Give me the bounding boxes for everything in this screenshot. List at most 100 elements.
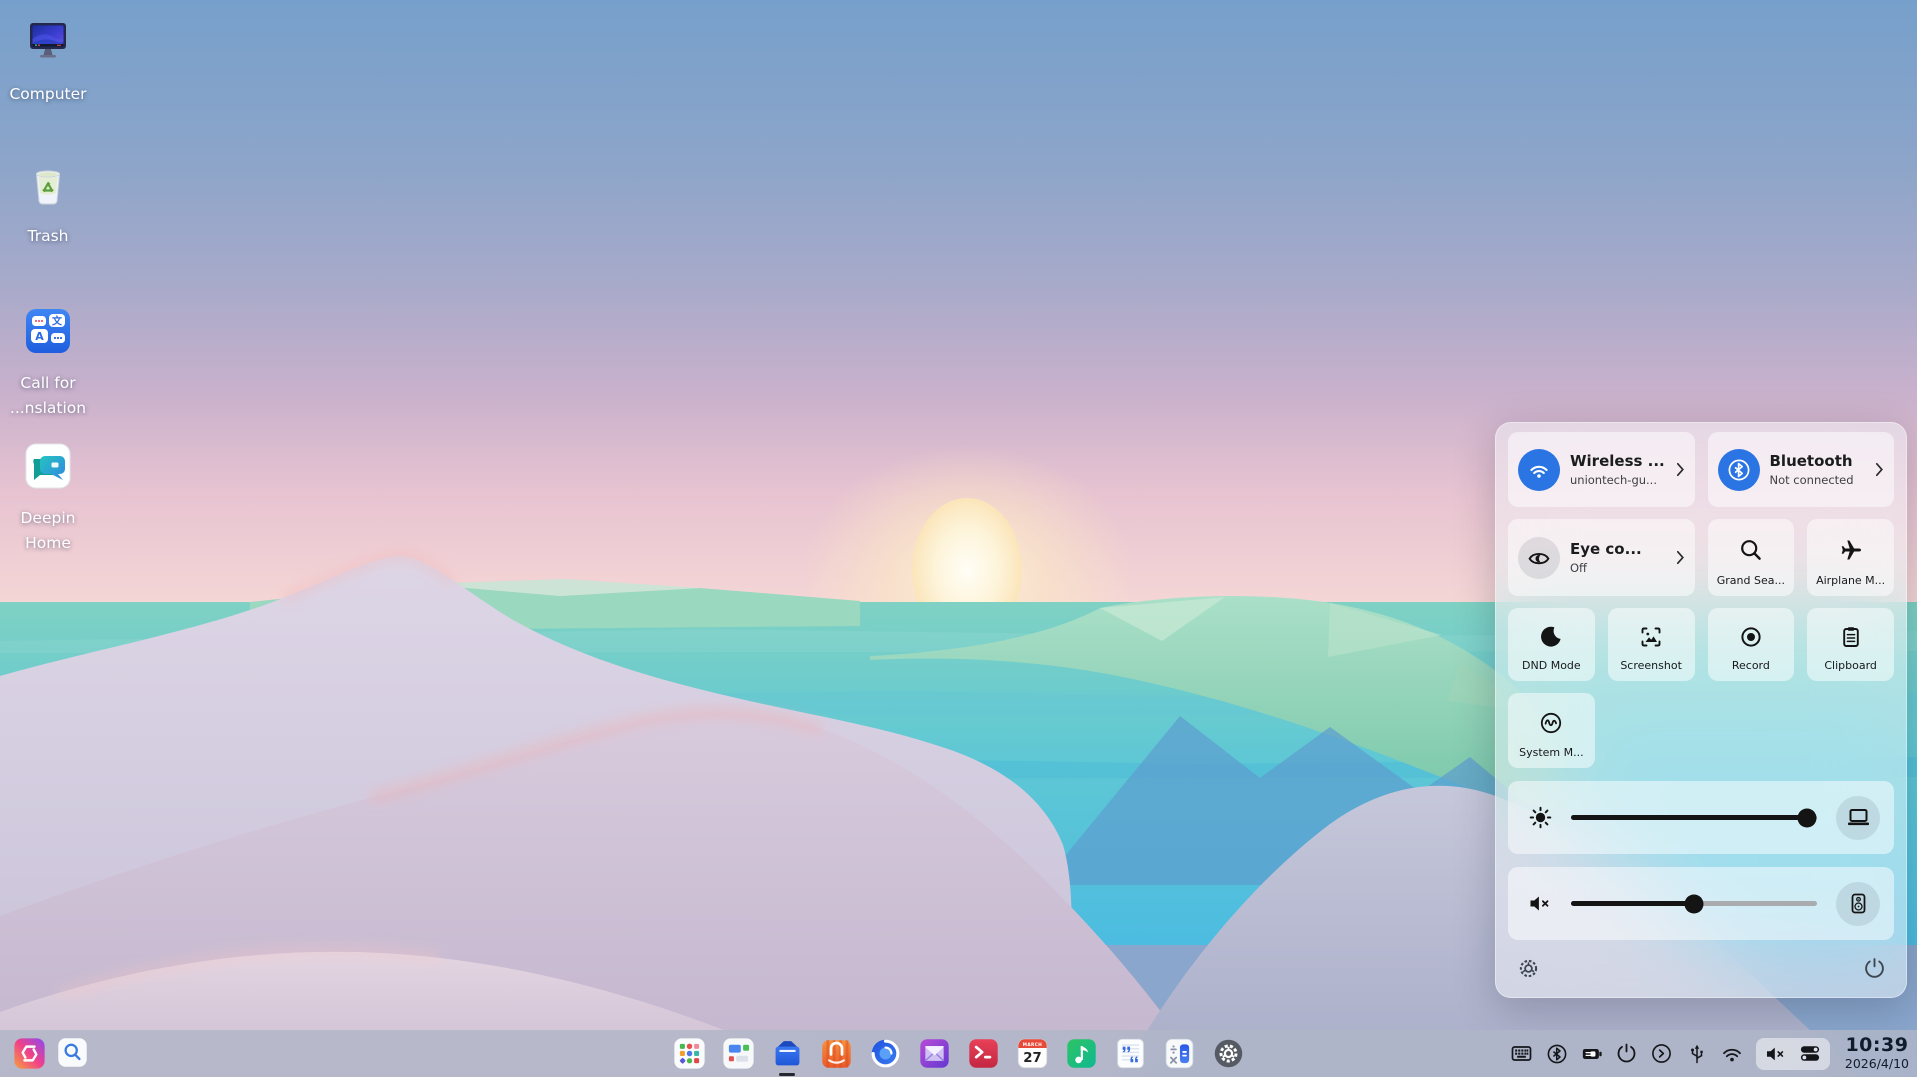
browser-icon (869, 1037, 902, 1070)
moon-icon (1537, 608, 1565, 659)
dock-item-launcher[interactable] (673, 1037, 706, 1070)
desktop-icon-computer[interactable]: Computer (11, 17, 85, 107)
dock-item-control-center[interactable] (1212, 1037, 1245, 1070)
wireless-card[interactable]: Wireless ... uniontech-gu... (1508, 432, 1695, 507)
expand-tray-icon[interactable] (1651, 1043, 1673, 1065)
screenshot-icon (1637, 608, 1665, 659)
clipboard-tile[interactable]: Clipboard (1807, 608, 1894, 681)
file-manager-icon (771, 1037, 804, 1070)
screenshot-tile[interactable]: Screenshot (1608, 608, 1695, 681)
bluetooth-tray-icon[interactable] (1546, 1043, 1568, 1065)
system-monitor-icon (1537, 693, 1565, 746)
mail-icon (918, 1037, 951, 1070)
desktop-icon-deepin-home[interactable]: DeepinHome (11, 441, 85, 556)
grand-search-tile[interactable]: Grand Sea... (1708, 519, 1795, 596)
dock-item-text-editor[interactable] (1114, 1037, 1147, 1070)
multitasking-view-icon (722, 1037, 755, 1070)
brightness-slider-thumb[interactable] (1798, 808, 1817, 827)
tray-active-group (1756, 1038, 1830, 1070)
wireless-network-name: uniontech-gu... (1570, 473, 1666, 487)
calendar-icon: MARCH 27 (1016, 1037, 1049, 1070)
desktop-icon-label: Call for...nslation (10, 371, 86, 421)
desktop-icon-trash[interactable]: Trash (11, 159, 85, 249)
airplane-icon (1837, 519, 1865, 574)
dock-item-uos-ai[interactable] (13, 1037, 46, 1070)
svg-text:文: 文 (52, 314, 63, 327)
shutdown-button[interactable] (1861, 955, 1887, 981)
dnd-mode-tile[interactable]: DND Mode (1508, 608, 1595, 681)
search-icon (57, 1037, 88, 1068)
clock-time: 10:39 (1845, 1036, 1909, 1055)
power-tray-icon[interactable] (1616, 1043, 1638, 1065)
clock[interactable]: 10:39 2026/4/10 (1845, 1036, 1909, 1071)
uos-ai-icon (13, 1037, 46, 1070)
gear-icon (1518, 958, 1539, 979)
volume-slider[interactable] (1571, 901, 1817, 906)
dock-item-multitasking-view[interactable] (722, 1037, 755, 1070)
control-center-panel: Wireless ... uniontech-gu... Bluetooth N… (1495, 422, 1907, 998)
brightness-icon (1527, 804, 1554, 831)
terminal-icon (967, 1037, 1000, 1070)
taskbar: MARCH 27 (0, 1030, 1917, 1077)
dock-item-calendar[interactable]: MARCH 27 (1016, 1037, 1049, 1070)
computer-icon (23, 17, 73, 67)
brightness-slider[interactable] (1571, 815, 1817, 820)
volume-muted-tray-icon[interactable] (1765, 1043, 1787, 1065)
running-indicator (779, 1073, 795, 1077)
wifi-icon (1518, 449, 1560, 491)
system-tray: 10:39 2026/4/10 (1511, 1030, 1909, 1077)
bluetooth-title: Bluetooth (1770, 452, 1866, 470)
chevron-right-icon (1676, 550, 1685, 565)
brightness-slider-card (1508, 781, 1894, 854)
wireless-title: Wireless ... (1570, 452, 1666, 470)
desktop-icon-label: Trash (28, 224, 69, 249)
clipboard-icon (1837, 608, 1865, 659)
chevron-right-icon (1676, 462, 1685, 477)
keyboard-layout-icon[interactable] (1511, 1043, 1533, 1065)
app-store-icon (820, 1037, 853, 1070)
dock-item-terminal[interactable] (967, 1037, 1000, 1070)
bluetooth-card[interactable]: Bluetooth Not connected (1708, 432, 1895, 507)
settings-button[interactable] (1515, 955, 1541, 981)
svg-text:27: 27 (1023, 1051, 1041, 1066)
dock-item-calculator[interactable] (1163, 1037, 1196, 1070)
dock-item-music[interactable] (1065, 1037, 1098, 1070)
control-toggles-icon[interactable] (1799, 1043, 1821, 1065)
eye-comfort-card[interactable]: Eye co... Off (1508, 519, 1695, 596)
control-center-footer (1496, 955, 1906, 981)
dock-center: MARCH 27 (673, 1030, 1245, 1077)
dock-item-app-store[interactable] (820, 1037, 853, 1070)
record-icon (1737, 608, 1765, 659)
bluetooth-icon (1718, 449, 1760, 491)
deepin-home-icon (23, 441, 73, 491)
text-editor-icon (1114, 1037, 1147, 1070)
volume-slider-card (1508, 867, 1894, 940)
dock-left (13, 1030, 90, 1077)
sound-output-button[interactable] (1836, 882, 1880, 926)
desktop-icon-call-for-translation[interactable]: 文 A Call for...nslation (11, 306, 85, 421)
record-tile[interactable]: Record (1708, 608, 1795, 681)
battery-icon[interactable] (1581, 1043, 1603, 1065)
desktop-icon-label: DeepinHome (21, 506, 76, 556)
search-icon (1737, 519, 1765, 574)
usb-icon[interactable] (1686, 1043, 1708, 1065)
wifi-tray-icon[interactable] (1721, 1043, 1743, 1065)
launcher-icon (673, 1037, 706, 1070)
eye-comfort-icon (1518, 537, 1560, 579)
trash-icon (23, 159, 73, 209)
eye-comfort-title: Eye co... (1570, 540, 1666, 558)
clock-date: 2026/4/10 (1845, 1058, 1909, 1071)
svg-text:A: A (35, 330, 44, 343)
dock-item-mail[interactable] (918, 1037, 951, 1070)
dock-item-browser[interactable] (869, 1037, 902, 1070)
dock-item-file-manager[interactable] (771, 1037, 804, 1070)
volume-muted-icon (1527, 890, 1554, 917)
airplane-mode-tile[interactable]: Airplane M... (1807, 519, 1894, 596)
dock-item-grand-search[interactable] (57, 1037, 90, 1070)
volume-slider-thumb[interactable] (1685, 894, 1704, 913)
desktop: Computer Trash 文 A Call f (0, 0, 1917, 1077)
svg-text:MARCH: MARCH (1022, 1042, 1042, 1047)
music-icon (1065, 1037, 1098, 1070)
system-monitor-tile[interactable]: System M... (1508, 693, 1595, 768)
display-settings-button[interactable] (1836, 796, 1880, 840)
